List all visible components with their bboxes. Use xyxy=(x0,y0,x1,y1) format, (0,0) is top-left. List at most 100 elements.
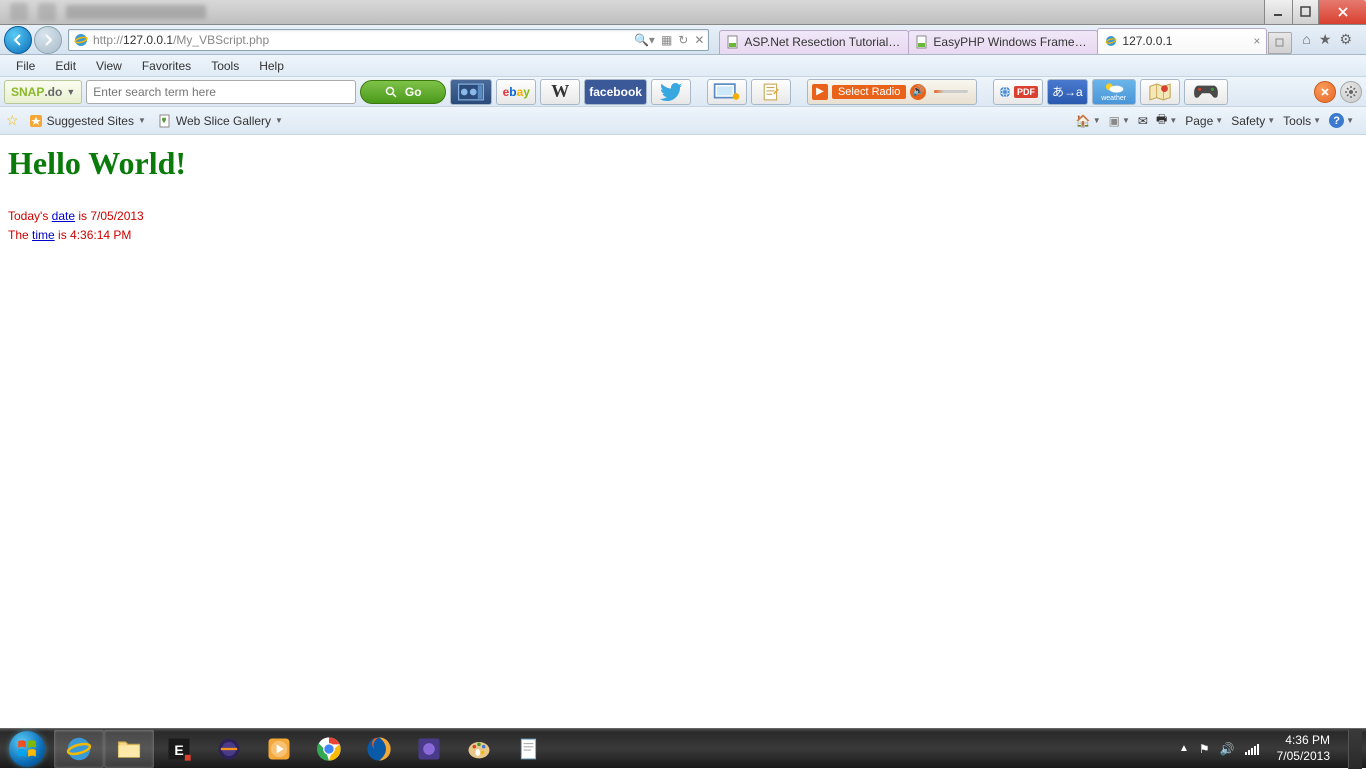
volume-icon[interactable]: 🔊 xyxy=(1220,742,1235,756)
date-line: Today's date is 7/05/2013 xyxy=(8,206,1358,225)
window-controls xyxy=(1264,0,1366,24)
tray-date: 7/05/2013 xyxy=(1277,749,1330,765)
toolbar-close-icon[interactable] xyxy=(1314,81,1336,103)
notepad-button[interactable] xyxy=(751,79,791,105)
facebook-icon: facebook xyxy=(589,85,642,99)
inactive-window-blur xyxy=(0,0,1264,24)
wikipedia-button[interactable]: W xyxy=(540,79,580,105)
tray-time: 4:36 PM xyxy=(1277,733,1330,749)
play-icon: ▶ xyxy=(812,84,828,100)
date-link[interactable]: date xyxy=(52,209,75,223)
tab-close-icon[interactable]: × xyxy=(1253,34,1260,48)
notepad-icon xyxy=(516,736,542,762)
maps-button[interactable] xyxy=(1140,79,1180,105)
menu-tools[interactable]: Tools xyxy=(201,57,249,75)
webslice-icon xyxy=(158,114,172,128)
tab-aspnet[interactable]: ASP.Net Resection Tutorial | ... xyxy=(719,30,909,54)
ebay-button[interactable]: ebay xyxy=(496,79,536,105)
go-button[interactable]: Go xyxy=(360,80,446,104)
video-button[interactable] xyxy=(450,79,492,105)
page-dropdown[interactable]: Page▼ xyxy=(1185,114,1223,128)
taskbar-eclipse[interactable] xyxy=(204,730,254,768)
games-button[interactable] xyxy=(1184,79,1228,105)
time-link[interactable]: time xyxy=(32,228,55,242)
show-desktop-button[interactable] xyxy=(1348,729,1362,769)
mediaplayer-icon xyxy=(265,735,293,763)
volume-icon: 🔊 xyxy=(910,84,926,100)
eclipse-icon xyxy=(215,735,243,763)
add-favorite-icon[interactable]: ☆ xyxy=(6,112,19,129)
close-button[interactable] xyxy=(1318,0,1366,24)
settings-gear-icon[interactable]: ⚙ xyxy=(1339,31,1352,48)
taskbar-app-purple[interactable] xyxy=(404,730,454,768)
flag-icon[interactable]: ⚑ xyxy=(1199,742,1210,756)
ebay-icon: ebay xyxy=(503,84,530,99)
stop-icon[interactable]: ✕ xyxy=(694,33,704,47)
taskbar-explorer[interactable] xyxy=(104,730,154,768)
menu-help[interactable]: Help xyxy=(249,57,294,75)
taskbar-chrome[interactable] xyxy=(304,730,354,768)
tab-localhost[interactable]: 127.0.0.1 × xyxy=(1097,28,1267,54)
web-slice-button[interactable]: Web Slice Gallery ▼ xyxy=(152,112,289,130)
snapdo-brand-2: .do xyxy=(44,85,62,99)
translate-button[interactable]: あ→a xyxy=(1047,79,1088,105)
mail-button[interactable]: ✉ xyxy=(1138,114,1148,128)
pdf-button[interactable]: PDF xyxy=(993,79,1043,105)
taskbar-notepad[interactable] xyxy=(504,730,554,768)
feeds-dropdown[interactable]: ▣▼ xyxy=(1109,114,1130,128)
toolbar-settings-icon[interactable] xyxy=(1340,81,1362,103)
toolbar-search-box[interactable] xyxy=(86,80,356,104)
favorites-bar: ☆ Suggested Sites ▼ Web Slice Gallery ▼ … xyxy=(0,107,1366,135)
help-dropdown[interactable]: ?▼ xyxy=(1329,113,1354,128)
browser-tabs: ASP.Net Resection Tutorial | ... EasyPHP… xyxy=(719,26,1292,54)
paint-icon xyxy=(465,735,493,763)
forward-button[interactable] xyxy=(34,26,62,54)
snapdo-logo[interactable]: SNAP.do ▼ xyxy=(4,80,82,104)
suggested-icon xyxy=(29,114,43,128)
command-bar: 🏠▼ ▣▼ ✉ 🖶▼ Page▼ Safety▼ Tools▼ ?▼ xyxy=(1070,110,1360,131)
screenshot-button[interactable] xyxy=(707,79,747,105)
menu-edit[interactable]: Edit xyxy=(45,57,86,75)
snapdo-toolbar: SNAP.do ▼ Go ebay W facebook ▶ Select Ra… xyxy=(0,77,1366,107)
minimize-button[interactable] xyxy=(1264,0,1292,24)
start-button[interactable] xyxy=(0,729,54,769)
tab-easyphp[interactable]: EasyPHP Windows Framewor... xyxy=(908,30,1098,54)
safety-dropdown[interactable]: Safety▼ xyxy=(1231,114,1275,128)
new-tab-button[interactable] xyxy=(1268,32,1292,54)
favorites-star-icon[interactable]: ★ xyxy=(1319,31,1332,48)
search-dropdown-icon[interactable]: 🔍▾ xyxy=(634,33,655,47)
print-dropdown[interactable]: 🖶▼ xyxy=(1156,110,1177,131)
back-button[interactable] xyxy=(4,26,32,54)
address-bar[interactable]: http://127.0.0.1/My_VBScript.php 🔍▾ ▦ ↻ … xyxy=(68,29,709,51)
home-dropdown[interactable]: 🏠▼ xyxy=(1076,114,1101,128)
volume-slider[interactable] xyxy=(934,90,968,93)
ie-icon xyxy=(64,734,94,764)
taskbar-paint[interactable] xyxy=(454,730,504,768)
menu-favorites[interactable]: Favorites xyxy=(132,57,201,75)
tab-label: ASP.Net Resection Tutorial | ... xyxy=(744,35,902,49)
taskbar-ie[interactable] xyxy=(54,730,104,768)
globe-icon xyxy=(998,85,1012,99)
suggested-sites-button[interactable]: Suggested Sites ▼ xyxy=(23,112,152,130)
refresh-icon[interactable]: ↻ xyxy=(678,33,688,47)
taskbar-firefox[interactable] xyxy=(354,730,404,768)
home-icon[interactable]: ⌂ xyxy=(1302,31,1310,48)
weather-button[interactable]: weather xyxy=(1092,79,1136,105)
menu-view[interactable]: View xyxy=(86,57,132,75)
tools-dropdown[interactable]: Tools▼ xyxy=(1283,114,1321,128)
twitter-button[interactable] xyxy=(651,79,691,105)
taskbar-mediaplayer[interactable] xyxy=(254,730,304,768)
webslice-label: Web Slice Gallery xyxy=(176,114,271,128)
facebook-button[interactable]: facebook xyxy=(584,79,647,105)
maximize-button[interactable] xyxy=(1292,0,1318,24)
taskbar-app-e[interactable]: E xyxy=(154,730,204,768)
search-input[interactable] xyxy=(93,85,349,99)
tray-chevron-icon[interactable]: ▲ xyxy=(1179,743,1189,754)
compat-view-icon[interactable]: ▦ xyxy=(661,33,672,47)
map-icon xyxy=(1147,83,1173,101)
radio-button[interactable]: ▶ Select Radio 🔊 xyxy=(807,79,977,105)
network-icon[interactable] xyxy=(1245,743,1259,755)
clock[interactable]: 4:36 PM 7/05/2013 xyxy=(1269,733,1338,764)
menu-file[interactable]: File xyxy=(6,57,45,75)
ie-icon xyxy=(1104,34,1118,48)
